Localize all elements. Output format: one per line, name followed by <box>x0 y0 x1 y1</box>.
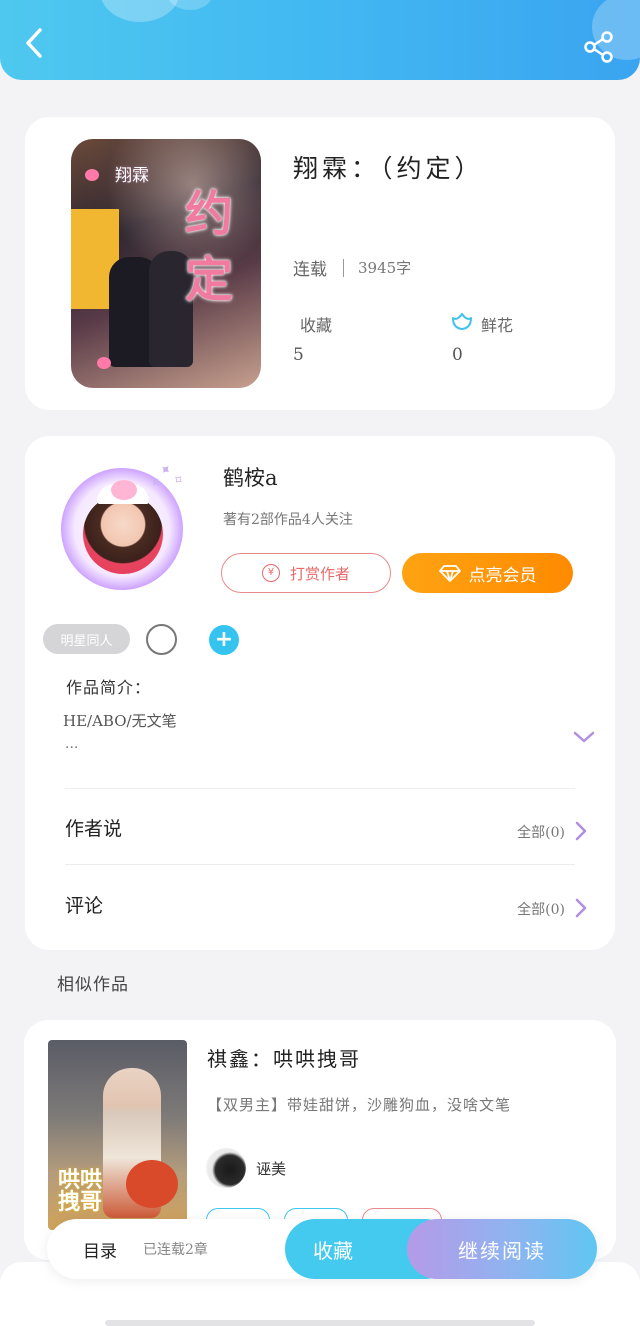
share-icon[interactable] <box>582 30 616 64</box>
similar-book-title[interactable]: 祺鑫：哄哄拽哥 <box>207 1043 361 1072</box>
meta-divider <box>343 258 344 277</box>
continue-reading-button[interactable]: 继续阅读 <box>407 1219 597 1279</box>
chevron-right-icon[interactable] <box>575 898 587 918</box>
diamond-icon <box>438 565 461 582</box>
avatar-image <box>83 494 163 574</box>
serial-status: 连载 <box>293 260 327 280</box>
comments-all-link[interactable]: 全部(0) <box>517 899 565 919</box>
similar-book-desc: 【双男主】带娃甜饼，沙雕狗血，没啥文笔 <box>207 1096 512 1114</box>
intro-label: 作品简介： <box>66 678 152 697</box>
cover-bouquet <box>126 1160 178 1208</box>
word-count: 3945字 <box>358 259 412 277</box>
book-info-card: 翔霖 约定 翔霖：（约定） 连载 3945字 收藏 5 鲜花 0 <box>25 117 615 410</box>
genre-tag[interactable]: 明星同人 <box>43 624 130 654</box>
reward-label: 打赏作者 <box>289 564 350 583</box>
cover-big-title: 约定 <box>184 186 233 308</box>
similar-author-name: 诬美 <box>256 1160 287 1178</box>
decor-bubble <box>100 0 180 22</box>
author-card: ✦ ✧ ✦ 鹤桉a 著有2部作品4人关注 ¥ 打赏作者 点亮会员 明星同人 + … <box>25 436 615 950</box>
author-says-label[interactable]: 作者说 <box>65 814 122 841</box>
divider <box>65 788 575 789</box>
author-avatar[interactable]: ✦ ✧ ✦ <box>53 456 193 596</box>
reward-author-button[interactable]: ¥ 打赏作者 <box>221 553 391 593</box>
intro-ellipsis: ... <box>65 736 79 752</box>
comments-label[interactable]: 评论 <box>65 891 103 918</box>
vip-label: 点亮会员 <box>468 565 537 586</box>
decor-bubble <box>168 0 212 10</box>
flower-icon <box>452 313 472 330</box>
yen-icon: ¥ <box>261 564 280 582</box>
similar-works-title: 相似作品 <box>57 975 129 995</box>
add-tag-button[interactable]: + <box>209 625 239 655</box>
top-header <box>0 0 640 80</box>
flowers-label: 鲜花 <box>481 316 514 335</box>
cover-title: 哄哄拽哥 <box>58 1168 103 1215</box>
chevron-down-icon[interactable] <box>573 730 595 744</box>
bottom-action-bar: 目录 已连载2章 收藏 继续阅读 <box>47 1219 597 1279</box>
back-arrow-icon[interactable] <box>20 26 50 60</box>
author-says-all-link[interactable]: 全部(0) <box>517 822 565 842</box>
intro-text: HE/ABO/无文笔 <box>63 712 177 730</box>
favorites-count: 5 <box>293 345 304 365</box>
continue-reading-label: 继续阅读 <box>458 1238 546 1263</box>
similar-author-avatar <box>206 1148 246 1188</box>
chapter-count: 已连载2章 <box>143 1242 208 1258</box>
heart-icon <box>111 480 137 500</box>
chevron-right-icon[interactable] <box>575 821 587 841</box>
favorite-label: 收藏 <box>313 1238 353 1263</box>
toc-button[interactable]: 目录 <box>83 1237 117 1262</box>
book-meta: 连载 3945字 <box>293 255 411 280</box>
divider <box>65 864 575 865</box>
cover-small-title: 翔霖 <box>115 166 149 186</box>
vip-button[interactable]: 点亮会员 <box>402 553 573 593</box>
book-cover[interactable]: 翔霖 约定 <box>71 139 261 388</box>
heart-icon <box>85 169 99 181</box>
author-stats: 著有2部作品4人关注 <box>223 512 353 528</box>
book-title: 翔霖：（约定） <box>293 154 484 183</box>
favorites-label: 收藏 <box>300 316 333 335</box>
author-name[interactable]: 鹤桉a <box>223 462 278 492</box>
similar-book-cover[interactable]: 哄哄拽哥 <box>48 1040 187 1230</box>
heart-icon <box>97 357 111 369</box>
empty-tag-circle[interactable] <box>146 624 177 655</box>
flowers-count: 0 <box>452 345 463 365</box>
home-indicator <box>105 1320 535 1326</box>
